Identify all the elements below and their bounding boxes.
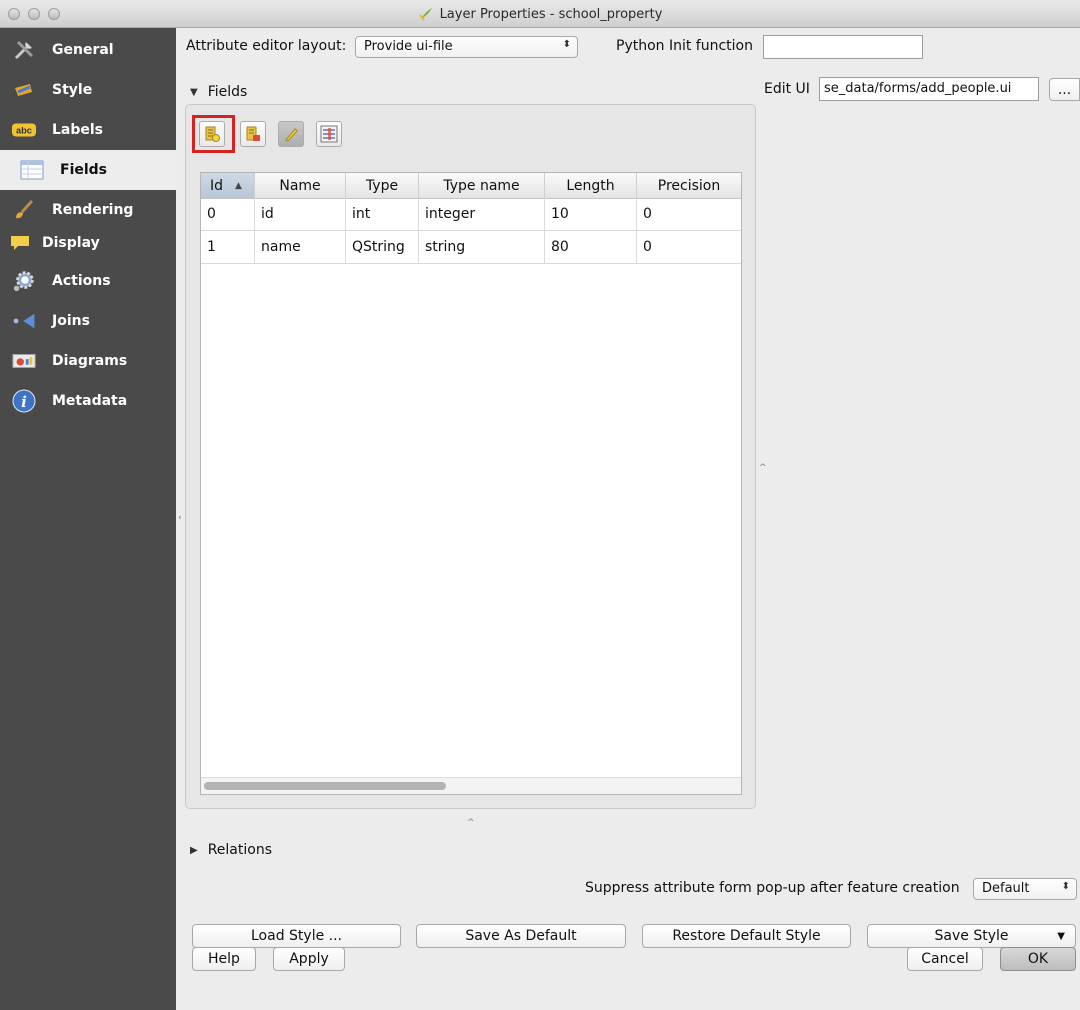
splitter-handle[interactable]: ‹ <box>178 513 182 523</box>
delete-field-icon <box>246 126 260 141</box>
fields-section-header[interactable]: ▼ Fields <box>190 84 247 100</box>
splitter-handle[interactable]: ^ <box>759 463 767 473</box>
sidebar-item-label: Actions <box>52 273 111 289</box>
sidebar-item-label: Fields <box>60 162 108 178</box>
sidebar-item-actions[interactable]: Actions <box>0 261 176 301</box>
qgis-logo-icon <box>418 8 432 21</box>
sidebar-item-general[interactable]: General <box>0 30 176 70</box>
sidebar-item-style[interactable]: Style <box>0 70 176 110</box>
title-bar: Layer Properties - school_property <box>0 0 1080 28</box>
apply-button[interactable]: Apply <box>273 947 345 971</box>
join-icon <box>12 309 36 333</box>
sidebar-item-display[interactable]: Display <box>0 226 176 260</box>
suppress-popup-select[interactable]: Default ⬍ <box>973 878 1077 900</box>
field-calculator-icon <box>320 125 338 143</box>
attribute-editor-layout-select[interactable]: Provide ui-file ⬍ <box>355 36 578 58</box>
speech-bubble-icon <box>8 231 32 255</box>
table-row[interactable]: 0 id int integer 10 0 <box>201 198 741 231</box>
attribute-editor-layout-value: Provide ui-file <box>364 39 453 54</box>
new-field-highlight <box>192 115 235 153</box>
sidebar-item-label: Rendering <box>52 202 134 218</box>
abc-label-icon: abc <box>12 118 36 142</box>
diagram-icon <box>12 349 36 373</box>
sidebar-item-diagrams[interactable]: Diagrams <box>0 341 176 381</box>
sidebar-item-label: General <box>52 42 114 58</box>
toggle-editing-icon <box>285 128 298 142</box>
splitter-handle[interactable]: ^ <box>467 818 475 828</box>
column-header-length[interactable]: Length <box>545 173 637 198</box>
restore-default-style-button[interactable]: Restore Default Style <box>642 924 851 948</box>
relations-section-label: Relations <box>207 842 272 858</box>
window-title: Layer Properties - school_property <box>439 6 663 22</box>
sidebar-item-label: Display <box>42 235 100 251</box>
python-init-function-input[interactable] <box>763 35 923 59</box>
table-row[interactable]: 1 name QString string 80 0 <box>201 231 741 264</box>
table-header: Id ▲ Name Type Type name Length Precisio… <box>201 173 741 199</box>
cancel-button[interactable]: Cancel <box>907 947 983 971</box>
column-header-precision[interactable]: Precision <box>637 173 741 198</box>
field-calculator-button[interactable] <box>316 121 342 147</box>
fields-section-label: Fields <box>207 84 248 100</box>
sort-ascending-icon: ▲ <box>235 180 242 191</box>
hammer-wrench-icon <box>12 38 36 62</box>
sidebar-item-metadata[interactable]: i Metadata <box>0 381 176 421</box>
updown-arrows-icon: ⬍ <box>1061 881 1070 892</box>
suppress-popup-label: Suppress attribute form pop-up after fea… <box>585 880 960 896</box>
save-style-button[interactable]: Save Style ▼ <box>867 924 1076 948</box>
gear-icon <box>12 269 36 293</box>
sidebar-item-label: Joins <box>52 313 90 329</box>
sidebar-item-label: Labels <box>52 122 104 138</box>
toggle-editing-button[interactable] <box>278 121 304 147</box>
help-button[interactable]: Help <box>192 947 256 971</box>
expand-triangle-icon: ▶ <box>190 844 198 856</box>
column-header-type[interactable]: Type <box>346 173 419 198</box>
edit-ui-label: Edit UI <box>764 81 810 97</box>
scrollbar-thumb[interactable] <box>204 782 446 790</box>
info-icon: i <box>12 389 36 413</box>
column-header-type-name[interactable]: Type name <box>419 173 545 198</box>
horizontal-scrollbar[interactable] <box>201 777 741 794</box>
svg-text:i: i <box>21 393 27 411</box>
column-header-name[interactable]: Name <box>255 173 346 198</box>
edit-ui-path-input[interactable]: se_data/forms/add_people.ui <box>819 77 1039 101</box>
collapse-triangle-icon: ▼ <box>190 86 198 98</box>
paintbrush-icon <box>12 198 36 222</box>
ok-button[interactable]: OK <box>1000 947 1076 971</box>
sidebar-item-fields[interactable]: Fields <box>0 150 176 190</box>
sidebar-item-labels[interactable]: abc Labels <box>0 110 176 150</box>
load-style-button[interactable]: Load Style ... <box>192 924 401 948</box>
dropdown-arrow-icon: ▼ <box>1057 930 1065 942</box>
browse-ui-file-button[interactable]: ... <box>1049 78 1080 101</box>
fields-table: Id ▲ Name Type Type name Length Precisio… <box>200 172 742 795</box>
sidebar: General Style abc Labels Fields Renderin… <box>0 28 176 1010</box>
sidebar-item-label: Metadata <box>52 393 128 409</box>
save-as-default-button[interactable]: Save As Default <box>416 924 626 948</box>
paint-brush-icon <box>12 78 36 102</box>
sidebar-item-label: Style <box>52 82 93 98</box>
sidebar-item-joins[interactable]: Joins <box>0 301 176 341</box>
column-header-id[interactable]: Id ▲ <box>201 173 255 198</box>
sidebar-item-rendering[interactable]: Rendering <box>0 190 176 230</box>
python-init-function-label: Python Init function <box>616 38 753 54</box>
relations-section-header[interactable]: ▶ Relations <box>190 842 272 858</box>
delete-field-button[interactable] <box>240 121 266 147</box>
svg-text:abc: abc <box>16 126 32 136</box>
table-icon <box>20 158 44 182</box>
attribute-editor-layout-label: Attribute editor layout: <box>186 38 347 54</box>
sidebar-item-label: Diagrams <box>52 353 128 369</box>
updown-arrows-icon: ⬍ <box>562 39 571 50</box>
suppress-popup-value: Default <box>982 881 1030 896</box>
